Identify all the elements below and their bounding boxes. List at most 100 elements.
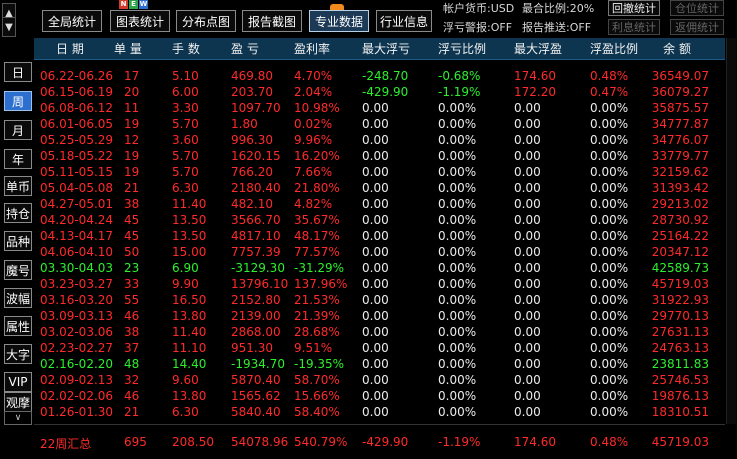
cell-max-float-profit: 0.00 xyxy=(514,405,541,419)
cell-date: 03.30-04.03 xyxy=(40,261,114,275)
new-badge-letter: W xyxy=(139,0,148,9)
table-row[interactable]: 05.04-05.08 21 6.30 2180.40 21.80% 0.00 0.00% 0… xyxy=(34,180,725,196)
header-lots[interactable]: 手 数 xyxy=(172,40,200,57)
table-row[interactable]: 04.27-05.01 38 11.40 482.10 4.82% 0.00 0.00% 0.… xyxy=(34,196,725,212)
interest-stats-button[interactable]: 利息统计 xyxy=(608,19,660,35)
cell-float-profit-ratio: 0.00% xyxy=(590,357,629,371)
new-badge-letter: E xyxy=(129,0,138,9)
cell-max-float-profit: 0.00 xyxy=(514,357,541,371)
global-stats-button[interactable]: 全局统计 xyxy=(42,10,102,32)
table-row[interactable]: 03.16-03.20 55 16.50 2152.80 21.53% 0.00 0.00%… xyxy=(34,292,725,308)
distribution-chart-button[interactable]: 分布点图 xyxy=(176,10,236,32)
cell-profit-rate: 77.57% xyxy=(294,245,340,259)
chart-stats-button[interactable]: 图表统计 xyxy=(110,10,170,32)
cell-profit-rate: 7.66% xyxy=(294,165,333,179)
sidebar-item-month[interactable]: 月 xyxy=(4,120,32,140)
summary-lots: 208.50 xyxy=(172,435,214,449)
table-row[interactable]: 05.11-05.15 19 5.70 766.20 7.66% 0.00 0.00% 0.0… xyxy=(34,164,725,180)
sidebar-item-vip[interactable]: VIP xyxy=(4,372,32,392)
cell-count: 38 xyxy=(124,325,140,339)
table-row[interactable]: 03.23-03.27 33 9.90 13796.10 137.96% 0.00 0.00… xyxy=(34,276,725,292)
cell-max-float-loss: 0.00 xyxy=(362,197,389,211)
table-row[interactable]: 06.15-06.19 20 6.00 203.70 2.04% -429.90 -1.19… xyxy=(34,84,725,100)
table-row[interactable]: 04.13-04.17 45 13.50 4817.10 48.17% 0.00 0.00%… xyxy=(34,228,725,244)
industry-info-button[interactable]: 行业信息 xyxy=(376,10,432,32)
cell-lots: 3.30 xyxy=(172,101,199,115)
cell-lots: 13.80 xyxy=(172,389,207,403)
weekly-stats-table: 日 期 单 量 手 数 盈 亏 盈利率 最大浮亏 浮亏比例 最大浮盈 浮盈比例 … xyxy=(34,38,725,420)
header-float-profit-ratio[interactable]: 浮盈比例 xyxy=(590,40,638,57)
table-row[interactable]: 06.08-06.12 11 3.30 1097.70 10.98% 0.00 0.00% 0… xyxy=(34,100,725,116)
professional-data-button[interactable]: 专业数据 xyxy=(309,10,369,32)
sidebar-item-large-font[interactable]: 大字 xyxy=(4,344,32,364)
table-scrollbar[interactable] xyxy=(726,38,736,424)
cell-lots: 11.40 xyxy=(172,197,207,211)
position-stats-button[interactable]: 仓位统计 xyxy=(670,0,724,16)
table-row[interactable]: 06.01-06.05 19 5.70 1.80 0.02% 0.00 0.00% 0.00 0… xyxy=(34,116,725,132)
header-float-loss-ratio[interactable]: 浮亏比例 xyxy=(438,40,486,57)
header-date[interactable]: 日 期 xyxy=(56,40,84,57)
cell-max-float-profit: 0.00 xyxy=(514,293,541,307)
table-row[interactable]: 05.18-05.22 19 5.70 1620.15 16.20% 0.00 0.00% 0… xyxy=(34,148,725,164)
sidebar-scroll-down-icon[interactable]: ∨ xyxy=(4,411,32,425)
cell-profit-rate: 21.53% xyxy=(294,293,340,307)
cell-balance: 31922.93 xyxy=(651,293,709,307)
cell-balance: 18310.51 xyxy=(651,405,709,419)
cell-date: 06.08-06.12 xyxy=(40,101,114,115)
sidebar-item-single-currency[interactable]: 单币 xyxy=(4,176,32,196)
sidebar-item-attributes[interactable]: 属性 xyxy=(4,316,32,336)
cell-max-float-profit: 0.00 xyxy=(514,325,541,339)
cell-lots: 6.30 xyxy=(172,181,199,195)
cell-profit-loss: 3566.70 xyxy=(231,213,281,227)
table-row[interactable]: 03.30-04.03 23 6.90 -3129.30 -31.29% 0.00 0.00… xyxy=(34,260,725,276)
header-count[interactable]: 单 量 xyxy=(114,40,142,57)
table-row[interactable]: 03.02-03.06 38 11.40 2868.00 28.68% 0.00 0.00%… xyxy=(34,324,725,340)
sidebar-item-year[interactable]: 年 xyxy=(4,149,32,169)
sidebar-item-holdings[interactable]: 持仓 xyxy=(4,203,32,223)
drawdown-stats-button[interactable]: 回撤统计 xyxy=(608,0,660,16)
cell-profit-rate: 48.17% xyxy=(294,229,340,243)
header-balance[interactable]: 余 额 xyxy=(663,40,691,57)
table-row[interactable]: 02.16-02.20 48 14.40 -1934.70 -19.35% 0.00 0.0… xyxy=(34,356,725,372)
cell-float-loss-ratio: 0.00% xyxy=(438,101,477,115)
table-row[interactable]: 04.06-04.10 50 15.00 7757.39 77.57% 0.00 0.00%… xyxy=(34,244,725,260)
cell-float-profit-ratio: 0.00% xyxy=(590,229,629,243)
header-profit-rate[interactable]: 盈利率 xyxy=(294,40,330,57)
table-row[interactable]: 06.22-06.26 17 5.10 469.80 4.70% -248.70 -0.68… xyxy=(34,68,725,84)
cell-lots: 6.30 xyxy=(172,405,199,419)
header-profit-loss[interactable]: 盈 亏 xyxy=(231,40,259,57)
cell-max-float-loss: 0.00 xyxy=(362,149,389,163)
cell-count: 55 xyxy=(124,293,140,307)
sidebar-item-observe[interactable]: 观摩 xyxy=(4,392,32,412)
cell-profit-loss: 5840.40 xyxy=(231,405,281,419)
cell-balance: 35875.57 xyxy=(651,101,709,115)
sidebar-item-week[interactable]: 周 xyxy=(4,91,32,111)
rebate-stats-button[interactable]: 返佣统计 xyxy=(670,19,724,35)
cell-date: 04.27-05.01 xyxy=(40,197,114,211)
summary-label: 22周汇总 xyxy=(40,437,92,451)
table-row[interactable]: 02.02-02.06 46 13.80 1565.62 15.66% 0.00 0.00%… xyxy=(34,388,725,404)
cell-count: 21 xyxy=(124,405,140,419)
header-max-float-loss[interactable]: 最大浮亏 xyxy=(362,40,410,57)
cell-max-float-profit: 0.00 xyxy=(514,149,541,163)
table-row[interactable]: 03.09-03.13 46 13.80 2139.00 21.39% 0.00 0.00%… xyxy=(34,308,725,324)
table-row[interactable]: 05.25-05.29 12 3.60 996.30 9.96% 0.00 0.00% 0.0… xyxy=(34,132,725,148)
cell-profit-rate: 137.96% xyxy=(294,277,348,291)
cell-max-float-profit: 0.00 xyxy=(514,373,541,387)
scroll-down-arrow-icon[interactable]: ▼ xyxy=(2,17,16,37)
cell-lots: 6.00 xyxy=(172,85,199,99)
table-row[interactable]: 04.20-04.24 45 13.50 3566.70 35.67% 0.00 0.00%… xyxy=(34,212,725,228)
sidebar-item-day[interactable]: 日 xyxy=(4,62,32,82)
summary-profit-rate: 540.79% xyxy=(294,435,348,449)
table-row[interactable]: 02.09-02.13 32 9.60 5870.40 58.70% 0.00 0.00% 0… xyxy=(34,372,725,388)
float-loss-alert-label[interactable]: 浮亏警报:OFF xyxy=(443,19,512,35)
report-screenshot-button[interactable]: 报告截图 xyxy=(242,10,302,32)
table-row[interactable]: 01.26-01.30 21 6.30 5840.40 58.40% 0.00 0.00% 0… xyxy=(34,404,725,420)
table-row[interactable]: 02.23-02.27 37 11.10 951.30 9.51% 0.00 0.00% 0.… xyxy=(34,340,725,356)
cell-float-loss-ratio: -0.68% xyxy=(438,69,481,83)
sidebar-item-amplitude[interactable]: 波幅 xyxy=(4,288,32,308)
header-max-float-profit[interactable]: 最大浮盈 xyxy=(514,40,562,57)
report-push-label[interactable]: 报告推送:OFF xyxy=(522,19,591,35)
sidebar-item-symbols[interactable]: 品种 xyxy=(4,231,32,251)
sidebar-item-magic-number[interactable]: 魔号 xyxy=(4,260,32,280)
